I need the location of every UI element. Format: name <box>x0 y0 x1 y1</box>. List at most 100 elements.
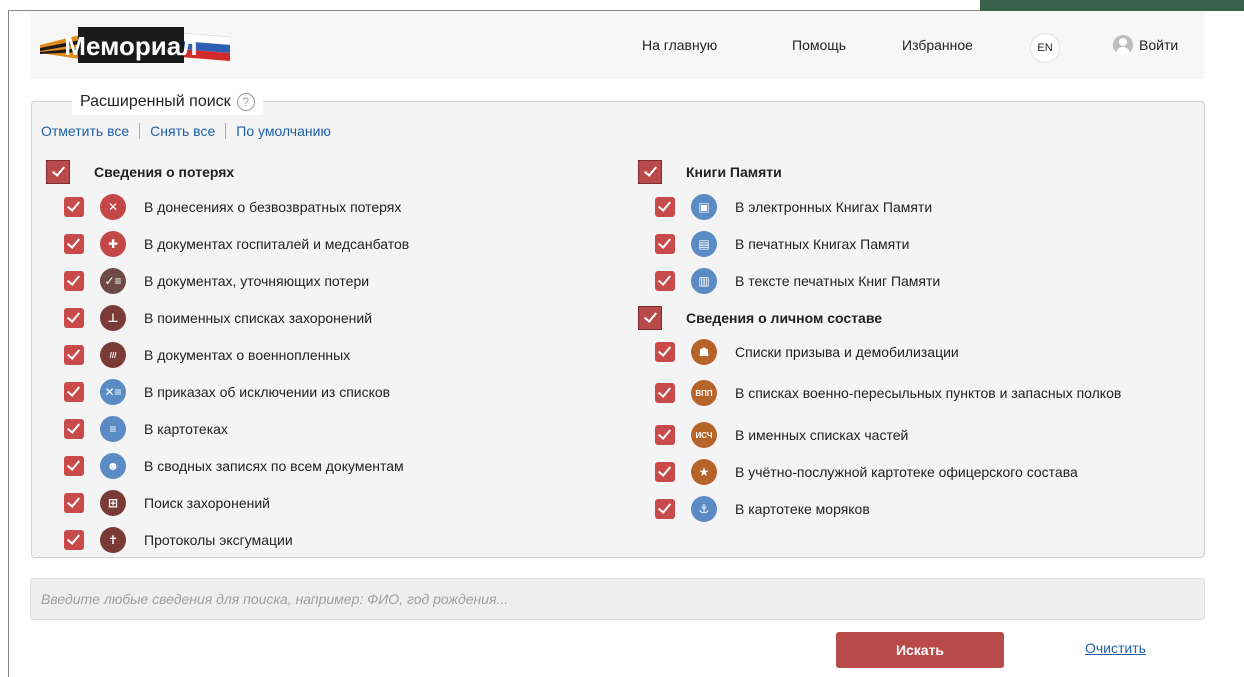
option-checkbox[interactable] <box>64 530 84 550</box>
advanced-search-title: Расширенный поиск ? <box>72 89 263 115</box>
ebook-icon: ▣ <box>691 194 717 220</box>
star-icon: ★ <box>691 459 717 485</box>
option-checkbox[interactable] <box>655 197 675 217</box>
search-option-1-1[interactable]: ▤ В печатных Книгах Памяти <box>655 226 909 262</box>
option-label: Поиск захоронений <box>144 494 270 511</box>
close-icon: ✕ <box>100 194 126 220</box>
exclude-list-icon: ✕≡ <box>100 379 126 405</box>
option-label: В сводных записях по всем документам <box>144 457 404 474</box>
option-checkbox[interactable] <box>655 462 675 482</box>
option-checkbox[interactable] <box>655 234 675 254</box>
option-checkbox[interactable] <box>64 419 84 439</box>
printed-book-icon: ▤ <box>691 231 717 257</box>
checklist-icon: ✓≡ <box>100 268 126 294</box>
option-label: В документах о военнопленных <box>144 346 351 363</box>
option-label: В документах госпиталей и медсанбатов <box>144 235 410 252</box>
search-option-0-4[interactable]: /// В документах о военнопленных <box>64 337 350 373</box>
search-button[interactable]: Искать <box>836 632 1004 668</box>
user-icon <box>1113 35 1133 55</box>
group-memory-books-title: Книги Памяти <box>686 164 782 180</box>
vpp-icon: ВПП <box>691 380 717 406</box>
search-option-0-5[interactable]: ✕≡ В приказах об исключении из списков <box>64 374 390 410</box>
help-icon[interactable]: ? <box>236 93 255 111</box>
option-checkbox[interactable] <box>64 493 84 513</box>
option-checkbox[interactable] <box>64 456 84 476</box>
default-link[interactable]: По умолчанию <box>236 123 331 139</box>
option-label: В печатных Книгах Памяти <box>735 235 910 252</box>
search-option-2-4[interactable]: ⚓ В картотеке моряков <box>655 491 870 527</box>
book-text-icon: ▥ <box>691 268 717 294</box>
option-label: В приказах об исключении из списков <box>144 383 391 400</box>
clear-link[interactable]: Очистить <box>1085 640 1146 656</box>
option-label: В именных списках частей <box>735 426 909 443</box>
nav-favorites-link[interactable]: Избранное <box>902 11 973 79</box>
medical-cross-icon: ✚ <box>100 231 126 257</box>
site-header: Мемориал На главную Помощь Избранное EN … <box>30 11 1205 79</box>
login-link[interactable]: Войти <box>1113 11 1178 79</box>
site-logo[interactable]: Мемориал <box>40 23 231 67</box>
card-index-icon: ≡ <box>100 416 126 442</box>
option-checkbox[interactable] <box>655 342 675 362</box>
bars-icon: /// <box>100 342 126 368</box>
nav-help-link[interactable]: Помощь <box>792 11 846 79</box>
option-label: В электронных Книгах Памяти <box>735 198 933 215</box>
link-divider <box>225 123 227 139</box>
search-option-1-0[interactable]: ▣ В электронных Книгах Памяти <box>655 189 932 225</box>
language-switch-button[interactable]: EN <box>1030 33 1060 63</box>
option-checkbox[interactable] <box>64 271 84 291</box>
search-option-1-2[interactable]: ▥ В тексте печатных Книг Памяти <box>655 263 940 299</box>
exhumation-icon: ✝ <box>100 527 126 553</box>
check-all-link[interactable]: Отметить все <box>41 123 129 139</box>
search-option-2-2[interactable]: ИСЧ В именных списках частей <box>655 417 908 453</box>
memorial-logo-icon: Мемориал <box>40 27 231 63</box>
search-option-0-9[interactable]: ✝ Протоколы эксгумации <box>64 522 293 558</box>
option-checkbox[interactable] <box>64 382 84 402</box>
search-option-2-1[interactable]: ВПП В списках военно-пересыльных пунктов … <box>655 375 1121 411</box>
nav-home-link[interactable]: На главную <box>642 11 717 79</box>
option-label: В картотеке моряков <box>735 500 870 517</box>
option-label: В документах, уточняющих потери <box>144 272 370 289</box>
option-label: В поименных списках захоронений <box>144 309 373 326</box>
option-checkbox[interactable] <box>64 197 84 217</box>
option-checkbox[interactable] <box>655 383 675 403</box>
group-personnel-title: Сведения о личном составе <box>686 310 883 326</box>
option-label: В картотеках <box>144 420 228 437</box>
search-input[interactable] <box>31 579 1204 619</box>
frame-left-border <box>8 10 9 677</box>
soldier-icon: ☗ <box>691 339 717 365</box>
search-option-0-2[interactable]: ✓≡ В документах, уточняющих потери <box>64 263 369 299</box>
group-losses-checkbox[interactable] <box>46 160 70 184</box>
search-option-0-8[interactable]: ⊞ Поиск захоронений <box>64 485 270 521</box>
uncheck-all-link[interactable]: Снять все <box>150 123 215 139</box>
gravestone-icon: ⊥ <box>100 305 126 331</box>
group-memory-books[interactable]: Книги Памяти <box>638 160 782 184</box>
option-checkbox[interactable] <box>64 345 84 365</box>
option-checkbox[interactable] <box>655 271 675 291</box>
option-label: Протоколы эксгумации <box>144 531 293 548</box>
selection-links: Отметить все Снять все По умолчанию <box>41 123 331 139</box>
search-option-0-3[interactable]: ⊥ В поименных списках захоронений <box>64 300 372 336</box>
anchor-icon: ⚓ <box>691 496 717 522</box>
option-label: Списки призыва и демобилизации <box>735 343 959 360</box>
group-losses[interactable]: Сведения о потерях <box>46 160 234 184</box>
option-checkbox[interactable] <box>655 499 675 519</box>
memorial-icon: ⊞ <box>100 490 126 516</box>
search-option-0-0[interactable]: ✕ В донесениях о безвозвратных потерях <box>64 189 401 225</box>
option-label: В учётно-послужной картотеке офицерского… <box>735 463 1078 480</box>
search-option-0-1[interactable]: ✚ В документах госпиталей и медсанбатов <box>64 226 409 262</box>
search-option-2-0[interactable]: ☗ Списки призыва и демобилизации <box>655 334 959 370</box>
search-option-0-7[interactable]: ☻ В сводных записях по всем документам <box>64 448 404 484</box>
option-checkbox[interactable] <box>64 234 84 254</box>
option-checkbox[interactable] <box>655 425 675 445</box>
group-personnel-checkbox[interactable] <box>638 306 662 330</box>
group-personnel[interactable]: Сведения о личном составе <box>638 306 882 330</box>
option-label: В списках военно-пересыльных пунктов и з… <box>735 384 1122 401</box>
search-option-0-6[interactable]: ≡ В картотеках <box>64 411 228 447</box>
login-label: Войти <box>1139 37 1179 53</box>
search-option-2-3[interactable]: ★ В учётно-послужной картотеке офицерског… <box>655 454 1078 490</box>
advanced-search-title-text: Расширенный поиск <box>80 93 231 110</box>
group-memory-books-checkbox[interactable] <box>638 160 662 184</box>
group-losses-title: Сведения о потерях <box>94 164 235 180</box>
person-icon: ☻ <box>100 453 126 479</box>
option-checkbox[interactable] <box>64 308 84 328</box>
